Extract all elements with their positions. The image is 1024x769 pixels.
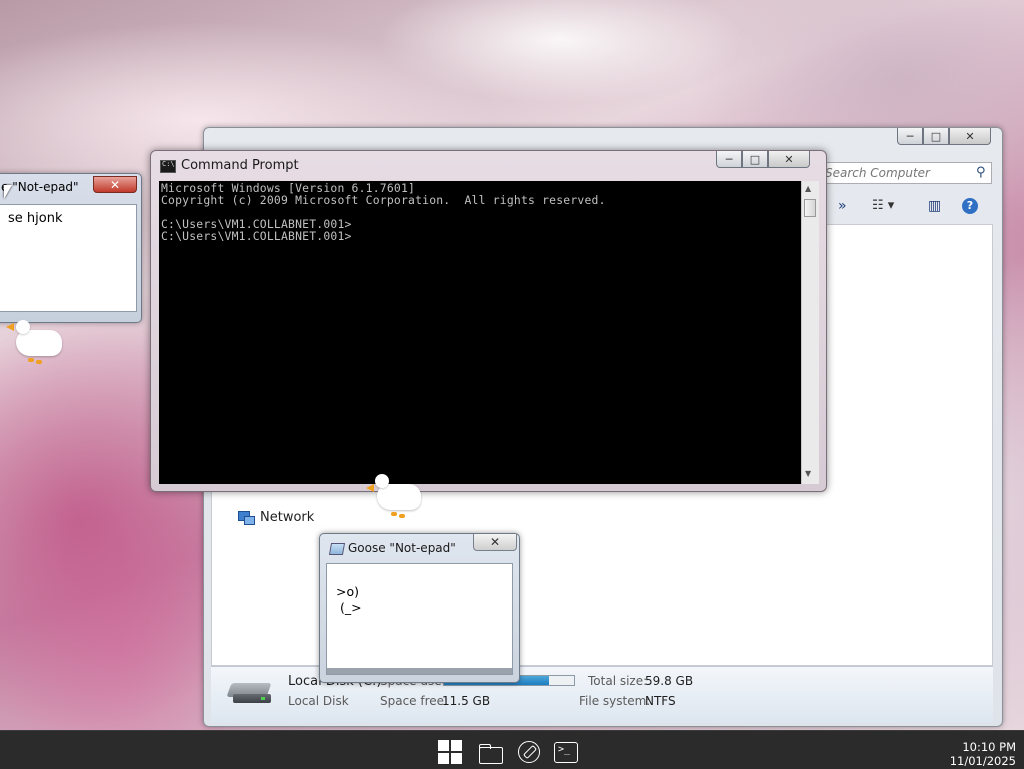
cmd-close-button[interactable]: ✕ xyxy=(768,151,810,168)
goose-center-icon[interactable] xyxy=(365,474,425,526)
terminal-icon[interactable]: >_ xyxy=(554,742,578,763)
network-icon xyxy=(238,510,255,525)
space-free-label: Space free: xyxy=(380,694,449,708)
space-free-value: 11.5 GB xyxy=(442,694,491,708)
file-explorer-folder-icon[interactable] xyxy=(478,740,504,766)
goose-notepad-title: Goose "Not-epad" xyxy=(348,541,456,555)
toolbar-more-button[interactable]: » xyxy=(838,198,847,214)
views-menu-button[interactable]: ☷ ▾ xyxy=(872,198,894,213)
cmd-window-controls: ─ □ ✕ xyxy=(716,151,810,168)
total-size-value: 59.8 GB xyxy=(645,674,694,688)
browser-compass-icon[interactable] xyxy=(518,741,540,763)
explorer-search-input[interactable]: Search Computer xyxy=(816,162,992,184)
cmd-scrollbar[interactable]: ▲ ▼ xyxy=(801,181,819,484)
nav-item-network[interactable]: Network xyxy=(238,510,314,525)
notepad-app-icon xyxy=(328,543,346,555)
goose-notepad-text-area[interactable]: >o) (_> xyxy=(326,563,513,675)
goose-notepad-close-button[interactable]: ✕ xyxy=(473,534,517,551)
cmd-title: Command Prompt xyxy=(181,158,299,173)
cmd-console-output: Microsoft Windows [Version 6.1.7601] Cop… xyxy=(161,181,606,243)
explorer-toolbar: » ☷ ▾ ▥ ? xyxy=(804,192,994,222)
clock-date: 11/01/2025 xyxy=(949,754,1016,768)
left-notepad-close-button[interactable]: ✕ xyxy=(93,176,137,193)
scroll-down-icon[interactable]: ▼ xyxy=(805,469,811,478)
cmd-console[interactable]: Microsoft Windows [Version 6.1.7601] Cop… xyxy=(159,181,801,484)
goose-notepad-window[interactable]: Goose "Not-epad" ✕ >o) (_> xyxy=(319,533,520,683)
command-prompt-window[interactable]: Command Prompt ─ □ ✕ Microsoft Windows [… xyxy=(150,150,827,492)
left-notepad-text: se hjonk xyxy=(8,211,63,226)
hard-drive-icon xyxy=(226,681,272,705)
left-notepad-text-area[interactable]: se hjonk xyxy=(0,204,137,312)
file-system-label: File system: xyxy=(579,694,651,708)
explorer-minimize-button[interactable]: ─ xyxy=(897,128,923,145)
cmd-maximize-button[interactable]: □ xyxy=(742,151,768,168)
total-size-label: Total size: xyxy=(588,674,648,688)
mouse-cursor-icon xyxy=(4,185,12,199)
left-notepad-window[interactable]: e "Not-epad" ✕ se hjonk xyxy=(0,173,142,323)
taskbar-icons: >_ xyxy=(438,740,578,766)
goose-notepad-statusbar xyxy=(327,668,512,674)
drive-type: Local Disk xyxy=(288,694,349,708)
left-notepad-title: e "Not-epad" xyxy=(1,180,79,194)
terminal-prompt-glyph: >_ xyxy=(558,744,571,755)
cmd-scrollbar-thumb[interactable] xyxy=(804,199,816,217)
clock-time: 10:10 PM xyxy=(962,740,1016,754)
start-windows-icon[interactable] xyxy=(438,740,464,766)
taskbar: >_ 10:10 PM 11/01/2025 xyxy=(0,730,1024,769)
goose-ascii-art: >o) (_> xyxy=(336,584,362,615)
cmd-app-icon xyxy=(160,160,176,173)
preview-pane-icon[interactable]: ▥ xyxy=(928,198,941,214)
scroll-up-icon[interactable]: ▲ xyxy=(805,184,811,193)
search-icon[interactable]: ⚲ xyxy=(976,165,986,180)
goose-left-icon[interactable] xyxy=(4,318,64,370)
explorer-maximize-button[interactable]: □ xyxy=(923,128,949,145)
explorer-close-button[interactable]: ✕ xyxy=(949,128,991,145)
cmd-minimize-button[interactable]: ─ xyxy=(716,151,742,168)
help-icon[interactable]: ? xyxy=(962,198,978,214)
file-system-value: NTFS xyxy=(645,694,676,708)
taskbar-clock[interactable]: 10:10 PM 11/01/2025 xyxy=(950,740,1016,768)
explorer-window-controls: ─ □ ✕ xyxy=(897,128,991,145)
nav-item-network-label: Network xyxy=(260,510,315,525)
